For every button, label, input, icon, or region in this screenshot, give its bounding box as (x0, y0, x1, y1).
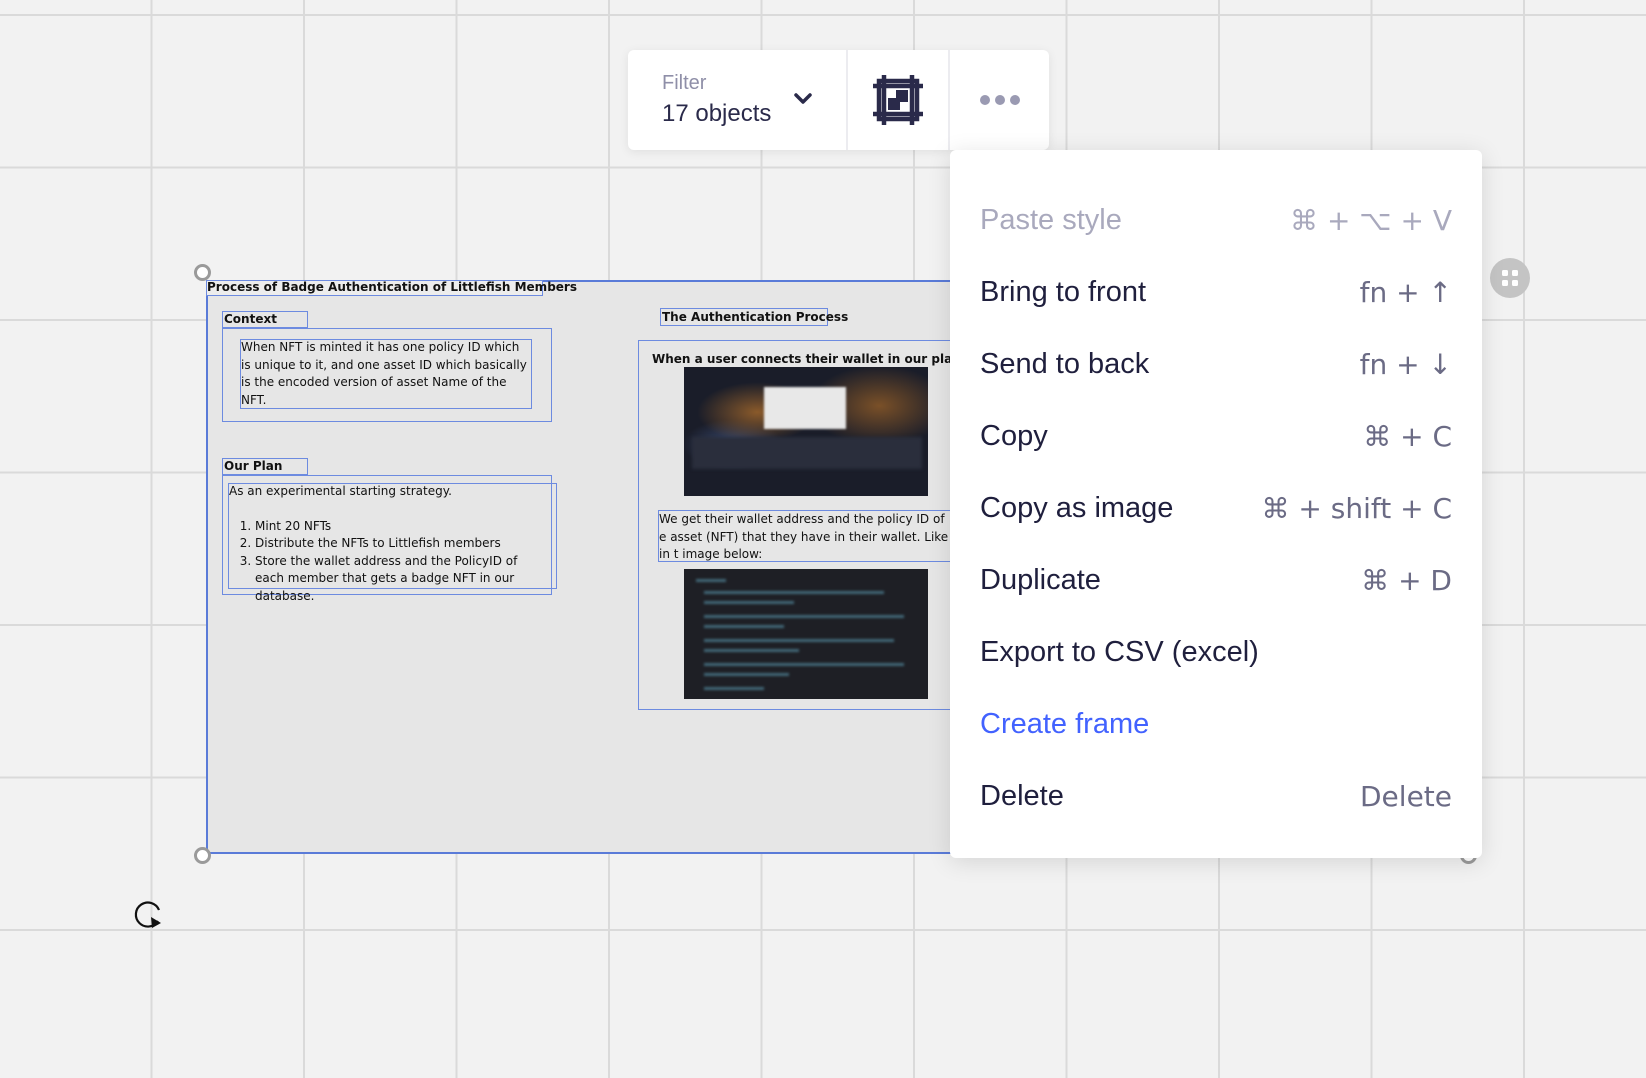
plan-label: Our Plan (224, 459, 283, 473)
menu-item-label: Create frame (980, 708, 1150, 740)
wallet-connect-screenshot[interactable] (684, 367, 928, 496)
chevron-down-icon[interactable] (793, 92, 813, 106)
menu-item-shortcut: ⌘ + C (1363, 420, 1452, 453)
menu-item-duplicate[interactable]: Duplicate ⌘ + D (980, 556, 1452, 600)
frame-button[interactable] (848, 50, 948, 150)
wallet-json-screenshot[interactable] (684, 569, 928, 699)
blurred-code-line (704, 639, 894, 642)
more-button[interactable] (950, 50, 1049, 150)
menu-item-delete[interactable]: Delete Delete (980, 772, 1452, 816)
menu-item-shortcut: ⌘ + D (1361, 564, 1452, 597)
rotate-icon[interactable] (132, 897, 166, 933)
plan-item: Store the wallet address and the PolicyI… (255, 553, 539, 606)
blurred-code-line (704, 687, 764, 690)
blurred-dialog (764, 387, 846, 429)
menu-item-shortcut: fn + ↓ (1359, 348, 1452, 381)
menu-item-label: Duplicate (980, 564, 1101, 596)
menu-item-shortcut: Delete (1360, 780, 1452, 813)
plan-item: Mint 20 NFTs (255, 518, 539, 536)
context-label: Context (224, 312, 277, 326)
menu-item-label: Paste style (980, 204, 1122, 236)
frame-icon (873, 75, 923, 125)
context-text: When NFT is minted it has one policy ID … (241, 340, 527, 407)
blurred-code-line (696, 579, 726, 582)
frame-title[interactable]: Process of Badge Authentication of Littl… (207, 280, 577, 295)
auth-subtitle: When a user connects their wallet in our… (652, 352, 952, 366)
menu-item-shortcut: ⌘ + ⌥ + V (1290, 204, 1452, 237)
menu-item-send-to-back[interactable]: Send to back fn + ↓ (980, 340, 1452, 384)
auth-text: We get their wallet address and the poli… (659, 512, 949, 561)
filter-value[interactable]: 17 objects (662, 100, 771, 128)
menu-item-copy-as-image[interactable]: Copy as image ⌘ + shift + C (980, 484, 1452, 528)
blurred-code-line (704, 591, 884, 594)
blurred-code-line (704, 663, 904, 666)
menu-item-label: Copy (980, 420, 1048, 452)
menu-item-label: Copy as image (980, 492, 1174, 524)
grip-icon (1502, 270, 1518, 286)
plan-list: Mint 20 NFTs Distribute the NFTs to Litt… (229, 518, 539, 606)
blurred-code-line (704, 673, 789, 676)
plan-item: Distribute the NFTs to Littlefish member… (255, 535, 539, 553)
more-icon (980, 95, 1020, 105)
plan-text: As an experimental starting strategy. Mi… (229, 483, 539, 605)
menu-item-create-frame[interactable]: Create frame (980, 700, 1452, 744)
plan-intro: As an experimental starting strategy. (229, 484, 452, 498)
menu-item-paste-style[interactable]: Paste style ⌘ + ⌥ + V (980, 196, 1452, 240)
resize-handle-top-left[interactable] (194, 264, 211, 281)
blurred-code-line (704, 625, 784, 628)
resize-handle-bottom-left[interactable] (194, 847, 211, 864)
menu-item-shortcut: fn + ↑ (1359, 276, 1452, 309)
menu-item-bring-to-front[interactable]: Bring to front fn + ↑ (980, 268, 1452, 312)
menu-item-label: Bring to front (980, 276, 1147, 308)
blurred-code-line (704, 615, 904, 618)
menu-item-label: Delete (980, 780, 1064, 812)
menu-item-shortcut: ⌘ + shift + C (1261, 492, 1452, 525)
menu-item-export-csv[interactable]: Export to CSV (excel) (980, 628, 1452, 672)
menu-item-label: Export to CSV (excel) (980, 636, 1259, 668)
menu-item-copy[interactable]: Copy ⌘ + C (980, 412, 1452, 456)
menu-item-label: Send to back (980, 348, 1150, 380)
grip-handle[interactable] (1490, 258, 1530, 298)
filter-label[interactable]: Filter (662, 72, 706, 95)
auth-label: The Authentication Process (662, 310, 849, 324)
blurred-code-line (704, 649, 799, 652)
blurred-bar (692, 437, 922, 469)
blurred-code-line (704, 601, 794, 604)
